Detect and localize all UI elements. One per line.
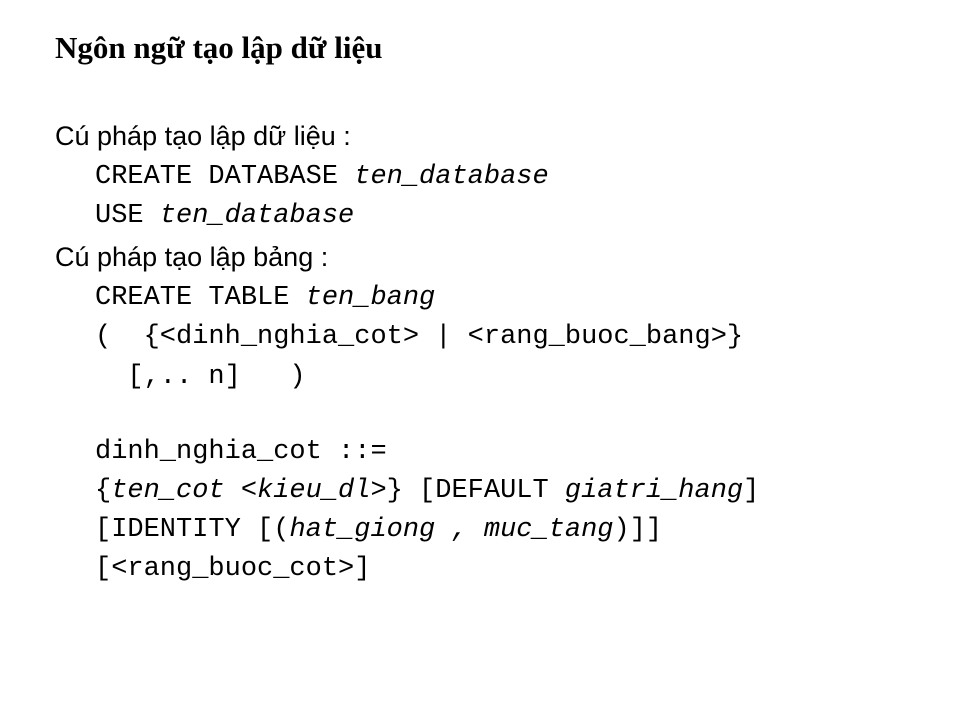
keyword: USE — [95, 201, 160, 231]
param: giatri_hang — [565, 476, 743, 506]
code-line: [<rang_buoc_cot>] — [95, 550, 905, 589]
code-line: CREATE TABLE ten_bang — [95, 279, 905, 318]
keyword: CREATE TABLE — [95, 283, 306, 313]
keyword: } [DEFAULT — [387, 476, 565, 506]
param: ten_database — [354, 162, 548, 192]
code-line: [,.. n] ) — [95, 358, 905, 397]
code-line: [IDENTITY [(hat_giong , muc_tang)]] — [95, 511, 905, 550]
bracket: )]] — [614, 515, 663, 545]
page-title: Ngôn ngữ tạo lập dữ liệu — [55, 30, 905, 66]
keyword: [IDENTITY [( — [95, 515, 289, 545]
bracket: ] — [743, 476, 759, 506]
param: hat_giong , muc_tang — [289, 515, 613, 545]
param: ten_cot <kieu_dl> — [111, 476, 386, 506]
code-line: USE ten_database — [95, 197, 905, 236]
code-line: CREATE DATABASE ten_database — [95, 158, 905, 197]
brace: { — [95, 476, 111, 506]
param: ten_bang — [306, 283, 436, 313]
spacer — [55, 397, 905, 433]
code-line: dinh_nghia_cot ::= — [95, 433, 905, 472]
code-line: {ten_cot <kieu_dl>} [DEFAULT giatri_hang… — [95, 472, 905, 511]
keyword: CREATE DATABASE — [95, 162, 354, 192]
section1-heading: Cú pháp tạo lập dữ liệu : — [55, 121, 905, 152]
param: ten_database — [160, 201, 354, 231]
code-line: ( {<dinh_nghia_cot> | <rang_buoc_bang>} — [95, 318, 905, 357]
section2-heading: Cú pháp tạo lập bảng : — [55, 242, 905, 273]
